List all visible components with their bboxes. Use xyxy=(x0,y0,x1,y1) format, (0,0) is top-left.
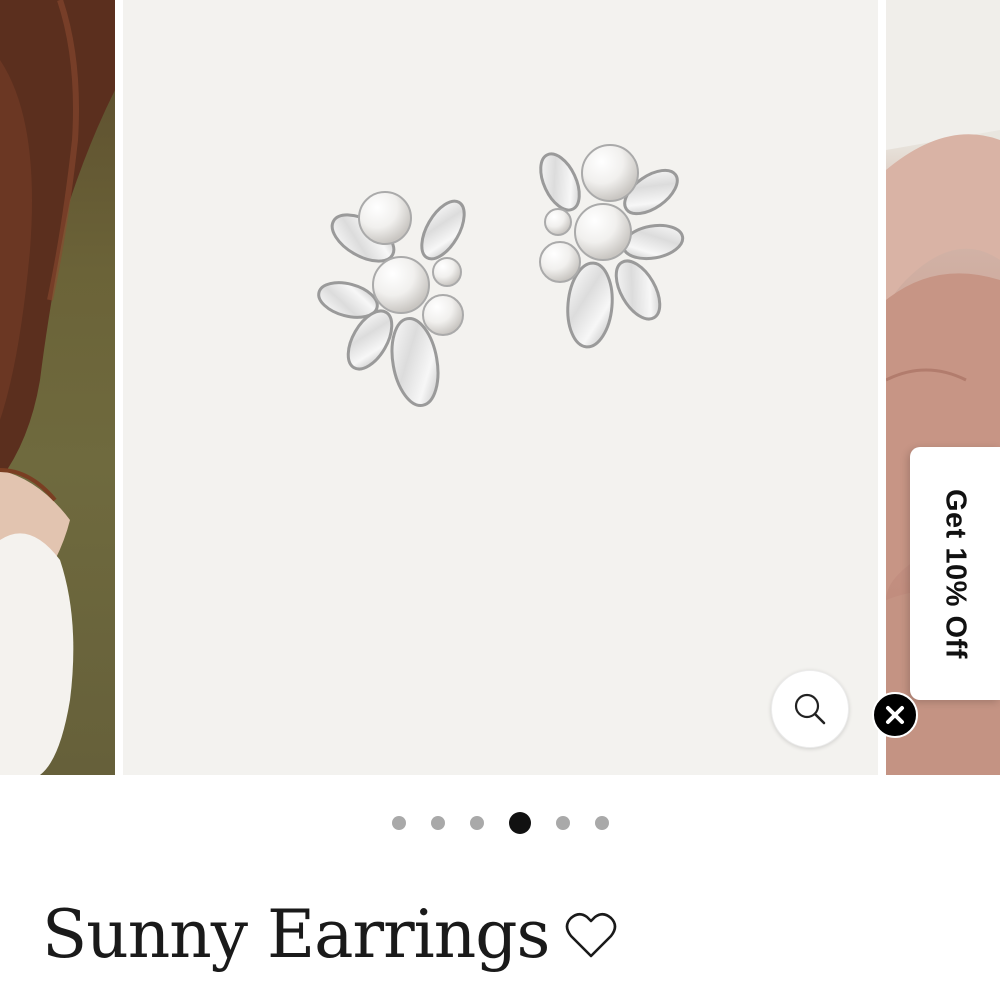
earrings-product-image xyxy=(317,144,685,407)
product-title: Sunny Earrings xyxy=(42,896,550,973)
product-image-carousel[interactable]: Get 10% Off xyxy=(0,0,1000,775)
carousel-slide-current[interactable] xyxy=(123,0,878,775)
product-page: Get 10% Off Sunny Earrings xyxy=(0,0,1000,1000)
zoom-button[interactable] xyxy=(771,670,849,748)
pagination-dot-active[interactable] xyxy=(508,812,531,834)
product-title-row: Sunny Earrings xyxy=(42,885,619,985)
right-earring xyxy=(539,144,685,349)
promo-label: Get 10% Off xyxy=(939,488,972,659)
close-icon xyxy=(886,706,904,724)
left-earring xyxy=(317,191,466,407)
carousel-pagination xyxy=(0,810,1000,836)
pagination-dot[interactable] xyxy=(430,816,445,830)
pagination-dot[interactable] xyxy=(555,816,570,830)
heart-outline-icon xyxy=(566,912,617,958)
promo-close-button[interactable] xyxy=(872,692,918,738)
pagination-dot[interactable] xyxy=(594,816,609,830)
model-photo xyxy=(0,0,115,775)
promo-tab[interactable]: Get 10% Off xyxy=(910,447,1000,700)
pagination-dot[interactable] xyxy=(469,816,484,830)
carousel-slide-previous[interactable] xyxy=(0,0,115,775)
wishlist-button[interactable] xyxy=(563,908,619,964)
magnifier-icon xyxy=(794,693,826,725)
pagination-dot[interactable] xyxy=(391,816,406,830)
